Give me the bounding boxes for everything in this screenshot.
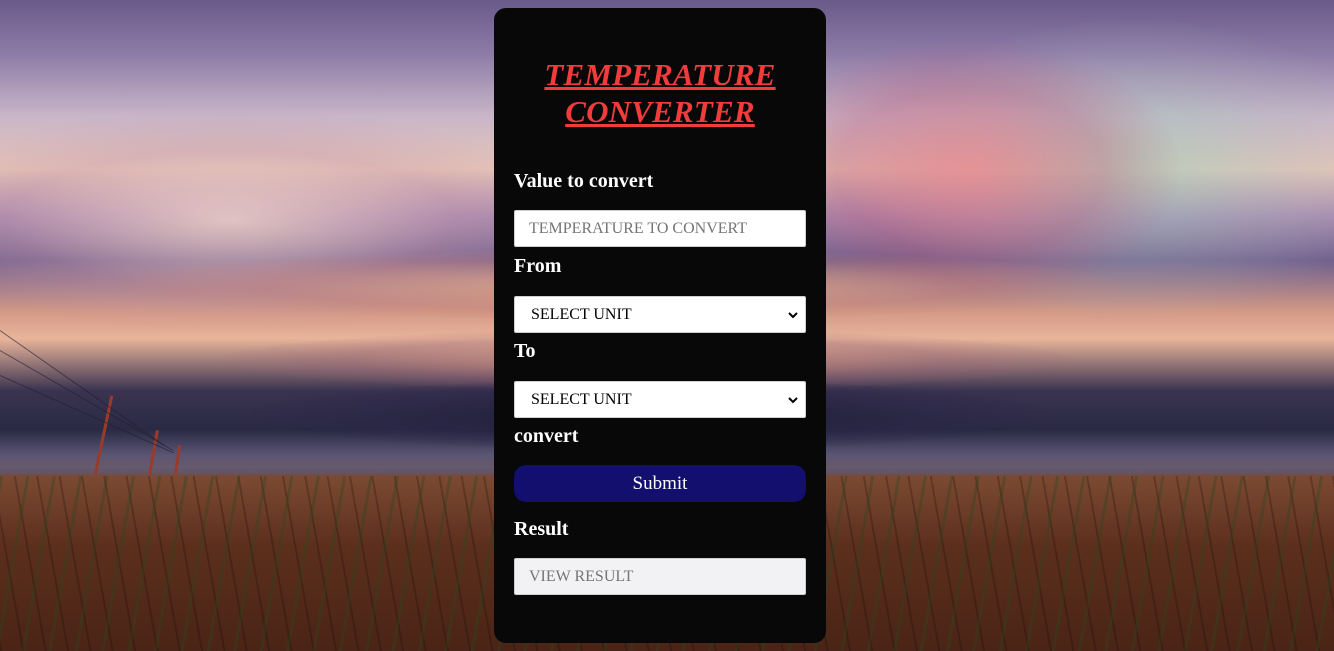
result-placeholder: VIEW RESULT [529,567,634,585]
converter-card: TEMPERATURE CONVERTER Value to convert T… [494,8,826,643]
page-title: TEMPERATURE CONVERTER [514,56,806,130]
to-unit-select[interactable]: SELECT UNIT [514,381,806,418]
to-label: To [514,340,536,362]
submit-button[interactable]: Submit [514,465,806,502]
from-unit-select[interactable]: SELECT UNIT [514,296,806,333]
power-line [0,350,174,451]
temperature-input-placeholder: TEMPERATURE TO CONVERT [529,219,748,237]
title-line-2: CONVERTER [565,94,755,129]
power-line [0,375,174,454]
temperature-input[interactable]: TEMPERATURE TO CONVERT [514,210,806,247]
chevron-down-icon [788,396,798,403]
to-unit-selected: SELECT UNIT [531,390,632,408]
power-line [0,330,165,446]
value-label: Value to convert [514,170,654,192]
title-line-1: TEMPERATURE [544,57,776,92]
convert-label: convert [514,425,579,447]
chevron-down-icon [788,311,798,318]
from-label: From [514,255,562,277]
result-field[interactable]: VIEW RESULT [514,558,806,595]
from-unit-selected: SELECT UNIT [531,305,632,323]
result-label: Result [514,518,569,540]
